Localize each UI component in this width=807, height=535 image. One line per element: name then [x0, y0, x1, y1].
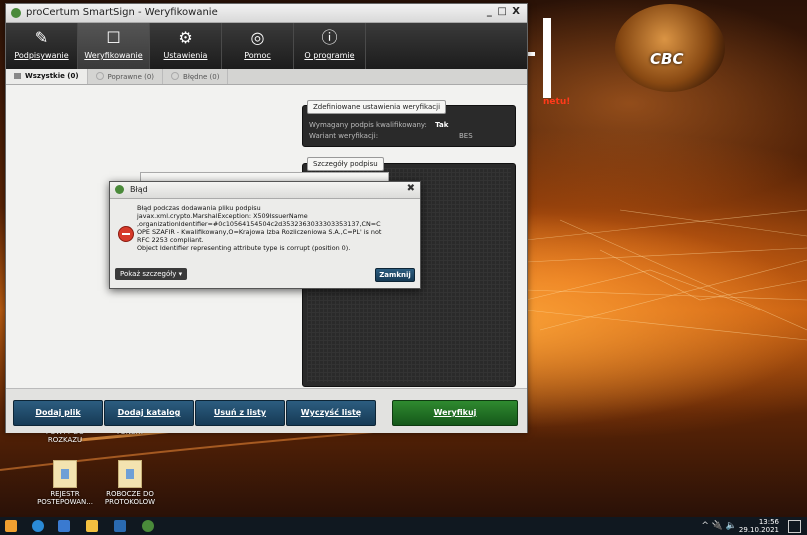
help-lifebuoy-icon: ◎	[250, 28, 265, 47]
tab-label: Błędne (0)	[183, 73, 220, 81]
desktop-icon-label: ROBOCZE DO PROTOKOLOW	[104, 490, 156, 506]
app-logo-icon	[115, 185, 124, 194]
close-button[interactable]: Zamknij	[375, 268, 415, 282]
list-icon	[14, 73, 21, 79]
tab-poprawne[interactable]: Poprawne (0)	[88, 69, 164, 84]
dialog-titlebar[interactable]: Błąd ✖	[110, 182, 420, 199]
tab-label: Wszystkie (0)	[25, 72, 79, 80]
verify-icon: ☐	[106, 28, 121, 47]
toolbar-label: Ustawienia	[163, 51, 208, 60]
ok-status-icon	[95, 72, 104, 80]
toolbar-label: Pomoc	[244, 51, 271, 60]
cbc-logo-globe	[615, 4, 725, 92]
tab-wszystkie[interactable]: Wszystkie (0)	[6, 69, 88, 84]
setting-value: Tak	[435, 121, 449, 129]
toolbar-weryfikowanie[interactable]: ☐ Weryfikowanie	[78, 23, 150, 69]
desktop-icon-rejestr[interactable]: REJESTR POSTEPOWAN...	[30, 460, 100, 506]
main-toolbar: ✎ Podpisywanie ☐ Weryfikowanie ⚙ Ustawie…	[6, 23, 527, 69]
edge-browser-icon[interactable]	[32, 520, 44, 532]
start-icon[interactable]	[5, 520, 17, 532]
sign-icon: ✎	[34, 28, 49, 47]
toolbar-o-programie[interactable]: ⓘ O programie	[294, 23, 366, 69]
button-label: Usuń z listy	[213, 408, 267, 417]
file-explorer-icon[interactable]	[86, 520, 98, 532]
toolbar-label: Podpisywanie	[14, 51, 69, 60]
tab-bledne[interactable]: Błędne (0)	[163, 69, 229, 84]
clock[interactable]: 13:56 29.10.2021	[739, 518, 779, 534]
toolbar-ustawienia[interactable]: ⚙ Ustawienia	[150, 23, 222, 69]
system-tray-icons[interactable]: ^ 🔌 🔈	[701, 521, 737, 531]
error-line: OPE SZAFIR - Kwalifikowany,O=Krajowa Izb…	[137, 228, 382, 236]
window-controls[interactable]: _ □ X	[487, 6, 521, 17]
error-line: javax.xml.crypto.MarshalException: X509I…	[137, 212, 308, 220]
clock-time: 13:56	[758, 518, 779, 526]
dialog-title: Błąd	[130, 185, 148, 194]
button-label: Dodaj katalog	[117, 408, 181, 417]
add-directory-button[interactable]: Dodaj katalog	[104, 400, 194, 426]
error-line: Błąd podczas dodawania pliku podpisu	[137, 204, 261, 212]
wallpaper-white-dash	[527, 52, 535, 56]
setting-row-qualified: Wymagany podpis kwalifikowany: Tak	[309, 121, 448, 129]
button-label: Dodaj plik	[35, 408, 81, 417]
error-line: Object Identifier representing attribute…	[137, 244, 351, 252]
setting-value: BES	[459, 132, 473, 140]
error-message: Błąd podczas dodawania pliku podpisu jav…	[137, 204, 414, 252]
info-icon: ⓘ	[321, 28, 338, 47]
error-dialog: Błąd ✖ Błąd podczas dodawania pliku podp…	[109, 181, 421, 289]
toolbar-pomoc[interactable]: ◎ Pomoc	[222, 23, 294, 69]
add-file-button[interactable]: Dodaj plik	[13, 400, 103, 426]
cbc-logo-text: CBC	[650, 50, 684, 68]
setting-label: Wariant weryfikacji:	[309, 132, 379, 140]
taskbar: ^ 🔌 🔈 13:56 29.10.2021	[0, 517, 807, 535]
error-stop-icon	[118, 226, 134, 242]
action-buttons-bar: Dodaj plik Dodaj katalog Usuń z listy Wy…	[6, 388, 527, 433]
remove-from-list-button[interactable]: Usuń z listy	[195, 400, 285, 426]
settings-panel-title: Zdefiniowane ustawienia weryfikacji	[307, 100, 447, 114]
details-panel-title: Szczegóły podpisu	[307, 157, 384, 171]
toolbar-podpisywanie[interactable]: ✎ Podpisywanie	[6, 23, 78, 69]
gear-icon: ⚙	[178, 28, 193, 47]
wallpaper-white-bar	[543, 18, 551, 98]
filter-tabs: Wszystkie (0) Poprawne (0) Błędne (0)	[6, 69, 527, 85]
window-title: proCertum SmartSign - Weryfikowanie	[26, 7, 218, 18]
verify-button[interactable]: Weryfikuj	[392, 400, 518, 426]
setting-label: Wymagany podpis kwalifikowany:	[309, 121, 427, 129]
toolbar-label: Weryfikowanie	[84, 51, 143, 60]
desktop-icon-label: REJESTR POSTEPOWAN...	[37, 490, 93, 506]
clear-list-button[interactable]: Wyczyść listę	[286, 400, 376, 426]
error-status-icon	[171, 72, 180, 80]
app-logo-icon	[11, 8, 21, 18]
app-icon[interactable]	[114, 520, 126, 532]
folder-icon	[53, 460, 77, 488]
notification-icon[interactable]	[788, 520, 801, 533]
show-details-button[interactable]: Pokaż szczegóły ▾	[115, 268, 188, 280]
folder-icon	[118, 460, 142, 488]
button-label: Wyczyść listę	[300, 408, 362, 417]
setting-row-variant: Wariant weryfikacji: BES	[309, 132, 509, 140]
tab-label: Poprawne (0)	[107, 73, 155, 81]
document-icon[interactable]	[58, 520, 70, 532]
toolbar-label: O programie	[304, 51, 355, 60]
close-icon[interactable]: ✖	[407, 183, 415, 194]
desktop-icon-robocze[interactable]: ROBOCZE DO PROTOKOLOW	[95, 460, 165, 506]
wallpaper-red-text: netu!	[543, 97, 571, 107]
clock-date: 29.10.2021	[738, 526, 779, 534]
error-line: RFC 2253 compliant.	[137, 236, 204, 244]
error-line: ,organizationIdentifier=#0c10564154504c2…	[137, 220, 381, 228]
window-titlebar[interactable]: proCertum SmartSign - Weryfikowanie _ □ …	[6, 4, 527, 23]
button-label: Weryfikuj	[433, 408, 477, 417]
procertum-taskbar-icon[interactable]	[142, 520, 154, 532]
